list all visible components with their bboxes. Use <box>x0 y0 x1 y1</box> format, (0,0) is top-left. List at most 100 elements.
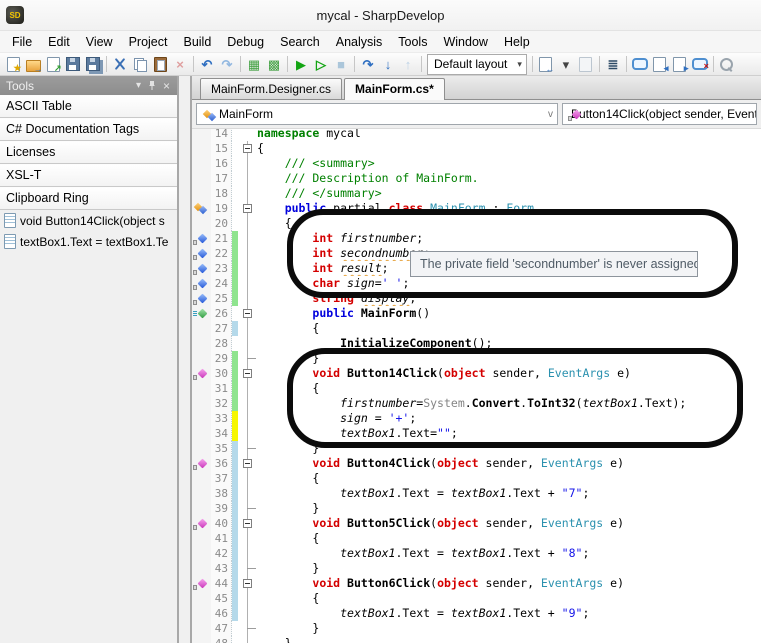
code-line-27[interactable]: 27 { <box>192 321 761 336</box>
line-number[interactable]: 39 <box>211 501 232 516</box>
line-number[interactable]: 15 <box>211 141 232 156</box>
field-icon[interactable] <box>192 276 211 291</box>
code-line-21[interactable]: 21 int firstnumber; <box>192 231 761 246</box>
new-file-icon[interactable]: ★ <box>3 55 23 73</box>
prev-bookmark-icon[interactable]: ◂ <box>650 55 670 73</box>
code-line-42[interactable]: 42 textBox1.Text = textBox1.Text + "8"; <box>192 546 761 561</box>
constructor-icon[interactable] <box>192 306 211 321</box>
fold-margin[interactable] <box>238 456 257 471</box>
open-solution-icon[interactable]: ↗ <box>43 55 63 73</box>
line-number[interactable]: 42 <box>211 546 232 561</box>
line-number[interactable]: 14 <box>211 129 232 141</box>
line-number[interactable]: 37 <box>211 471 232 486</box>
line-number[interactable]: 34 <box>211 426 232 441</box>
tab-mainform-designer-cs[interactable]: MainForm.Designer.cs <box>200 78 342 99</box>
delete-icon[interactable]: × <box>170 55 190 73</box>
uncomment-region-icon[interactable] <box>576 55 596 73</box>
line-number[interactable]: 30 <box>211 366 232 381</box>
rebuild-icon[interactable]: ▩ <box>264 55 284 73</box>
line-number[interactable]: 45 <box>211 591 232 606</box>
fold-collapse-box[interactable] <box>243 369 252 378</box>
incremental-search-icon[interactable] <box>717 55 737 73</box>
fold-margin[interactable] <box>238 306 257 321</box>
panel-splitter[interactable] <box>177 76 192 643</box>
copy-icon[interactable] <box>130 55 150 73</box>
close-icon[interactable]: × <box>160 79 173 93</box>
code-line-30[interactable]: 30 void Button14Click(object sender, Eve… <box>192 366 761 381</box>
code-line-40[interactable]: 40 void Button5Click(object sender, Even… <box>192 516 761 531</box>
save-icon[interactable] <box>63 55 83 73</box>
line-number[interactable]: 41 <box>211 531 232 546</box>
code-line-41[interactable]: 41 { <box>192 531 761 546</box>
code-line-45[interactable]: 45 { <box>192 591 761 606</box>
comment-dropdown-icon[interactable]: ▾ <box>556 55 576 73</box>
code-line-15[interactable]: 15{ <box>192 141 761 156</box>
code-line-16[interactable]: 16 /// <summary> <box>192 156 761 171</box>
field-icon[interactable] <box>192 231 211 246</box>
line-number[interactable]: 19 <box>211 201 232 216</box>
save-all-icon[interactable] <box>83 55 103 73</box>
code-line-34[interactable]: 34 textBox1.Text=""; <box>192 426 761 441</box>
code-line-33[interactable]: 33 sign = '+'; <box>192 411 761 426</box>
line-number[interactable]: 28 <box>211 336 232 351</box>
code-line-20[interactable]: 20 { <box>192 216 761 231</box>
member-combo[interactable]: Button14Click(object sender, EventArgs e… <box>562 103 757 125</box>
code-line-17[interactable]: 17 /// Description of MainForm. <box>192 171 761 186</box>
cut-icon[interactable] <box>110 55 130 73</box>
class-icon[interactable] <box>192 201 211 216</box>
next-bookmark-icon[interactable]: ▸ <box>670 55 690 73</box>
method-icon[interactable] <box>192 516 211 531</box>
code-line-31[interactable]: 31 { <box>192 381 761 396</box>
code-line-18[interactable]: 18 /// </summary> <box>192 186 761 201</box>
line-number[interactable]: 47 <box>211 621 232 636</box>
open-file-icon[interactable]: → <box>23 55 43 73</box>
code-line-29[interactable]: 29 } <box>192 351 761 366</box>
line-number[interactable]: 33 <box>211 411 232 426</box>
menu-build[interactable]: Build <box>175 33 219 51</box>
code-line-25[interactable]: 25 string display; <box>192 291 761 306</box>
method-icon[interactable] <box>192 456 211 471</box>
line-number[interactable]: 27 <box>211 321 232 336</box>
sidebar-item-ascii-table[interactable]: ASCII Table <box>0 95 177 118</box>
code-line-39[interactable]: 39 } <box>192 501 761 516</box>
sidebar-item-xsl-t[interactable]: XSL-T <box>0 164 177 187</box>
line-number[interactable]: 32 <box>211 396 232 411</box>
code-line-43[interactable]: 43 } <box>192 561 761 576</box>
justify-icon[interactable]: ≣ <box>603 55 623 73</box>
method-icon[interactable] <box>192 366 211 381</box>
method-icon[interactable] <box>192 576 211 591</box>
line-number[interactable]: 23 <box>211 261 232 276</box>
code-line-28[interactable]: 28 InitializeComponent(); <box>192 336 761 351</box>
sidebar-item-clipboard-ring[interactable]: Clipboard Ring <box>0 187 177 210</box>
code-line-14[interactable]: 14namespace mycal <box>192 129 761 141</box>
paste-icon[interactable] <box>150 55 170 73</box>
clear-bookmarks-icon[interactable]: × <box>690 55 710 73</box>
fold-margin[interactable] <box>238 366 257 381</box>
step-out-icon[interactable]: ↑ <box>398 55 418 73</box>
build-icon[interactable]: ▦ <box>244 55 264 73</box>
line-number[interactable]: 16 <box>211 156 232 171</box>
comment-region-icon[interactable]: ← <box>536 55 556 73</box>
step-over-icon[interactable]: ↷ <box>358 55 378 73</box>
line-number[interactable]: 40 <box>211 516 232 531</box>
sidebar-item-licenses[interactable]: Licenses <box>0 141 177 164</box>
fold-collapse-box[interactable] <box>243 519 252 528</box>
code-line-36[interactable]: 36 void Button4Click(object sender, Even… <box>192 456 761 471</box>
line-number[interactable]: 29 <box>211 351 232 366</box>
line-number[interactable]: 25 <box>211 291 232 306</box>
code-line-48[interactable]: 48 } <box>192 636 761 643</box>
field-icon[interactable] <box>192 246 211 261</box>
line-number[interactable]: 26 <box>211 306 232 321</box>
code-line-32[interactable]: 32 firstnumber=System.Convert.ToInt32(te… <box>192 396 761 411</box>
run-without-debugger-icon[interactable]: ▷ <box>311 55 331 73</box>
run-icon[interactable]: ▶ <box>291 55 311 73</box>
class-combo[interactable]: MainForm v <box>196 103 558 125</box>
undo-icon[interactable]: ↶ <box>197 55 217 73</box>
menu-search[interactable]: Search <box>272 33 328 51</box>
code-line-26[interactable]: 26 public MainForm() <box>192 306 761 321</box>
code-line-24[interactable]: 24 char sign=' '; <box>192 276 761 291</box>
line-number[interactable]: 46 <box>211 606 232 621</box>
fold-collapse-box[interactable] <box>243 144 252 153</box>
fold-collapse-box[interactable] <box>243 459 252 468</box>
code-line-37[interactable]: 37 { <box>192 471 761 486</box>
